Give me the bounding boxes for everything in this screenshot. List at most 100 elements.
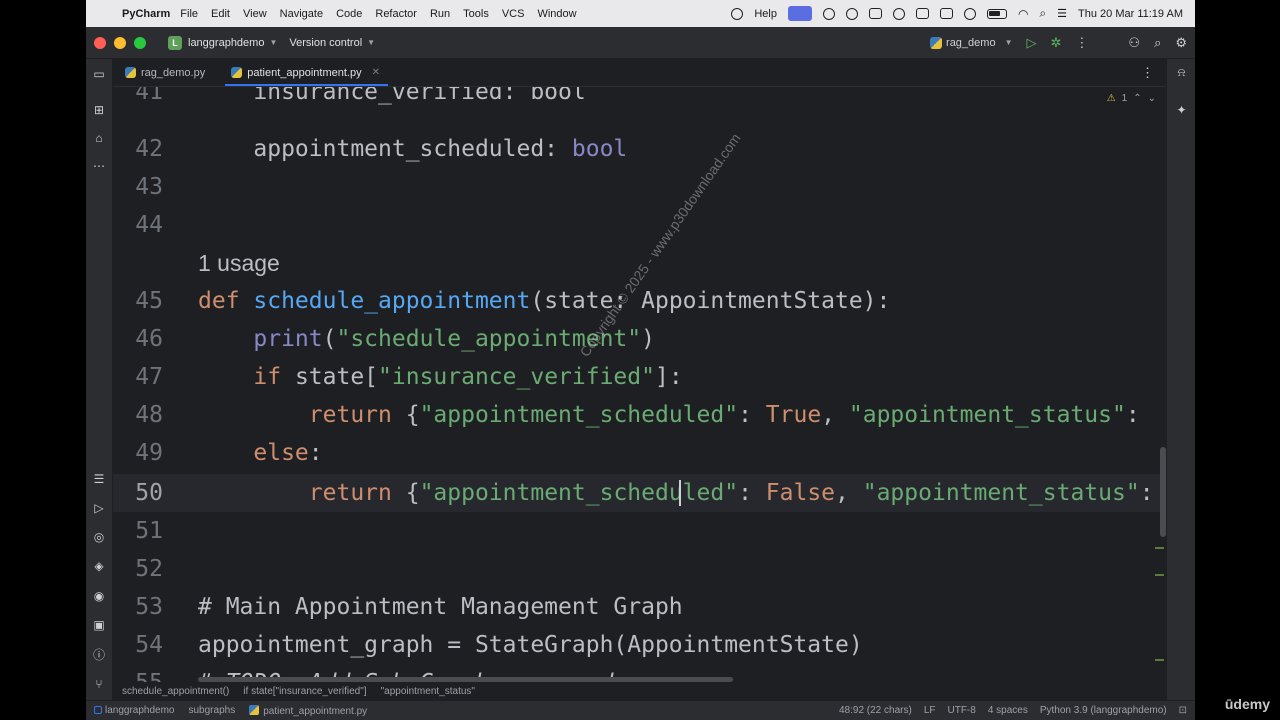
app-menu[interactable]: PyCharm xyxy=(122,8,170,20)
line-number: 48 xyxy=(135,402,163,428)
line-number: 47 xyxy=(135,364,163,390)
screen-record-icon[interactable] xyxy=(787,6,812,21)
tab-options-icon[interactable]: ⋮ xyxy=(1141,65,1154,81)
menu-run[interactable]: Run xyxy=(430,8,450,20)
change-marker[interactable] xyxy=(1155,547,1164,549)
play-circle-icon[interactable] xyxy=(963,7,976,20)
git-icon[interactable]: ⑂ xyxy=(92,677,106,691)
tab-label: patient_appointment.py xyxy=(247,66,362,79)
left-tool-strip: ▭ ⊞ ⌂ ⋯ ☰ ▷ ◎ ◈ ◉ ▣ ⓘ ⑂ xyxy=(86,59,113,701)
vertical-scrollbar[interactable] xyxy=(1160,447,1166,537)
nav-folder[interactable]: subgraphs xyxy=(189,705,236,716)
close-window-button[interactable] xyxy=(94,36,106,49)
menu-vcs[interactable]: VCS xyxy=(502,8,525,20)
breadcrumb-item[interactable]: schedule_appointment() xyxy=(122,686,229,697)
window-controls xyxy=(94,36,146,49)
wifi-icon[interactable]: ◠ xyxy=(1018,7,1028,21)
mac-menu-bar: PyCharm File Edit View Navigate Code Ref… xyxy=(86,0,1195,27)
menu-refactor[interactable]: Refactor xyxy=(375,8,417,20)
project-widget[interactable]: L langgraphdemo ▼ xyxy=(168,35,277,50)
structure-icon[interactable]: ⊞ xyxy=(92,103,106,117)
zoom-window-button[interactable] xyxy=(134,36,146,49)
project-folder-icon[interactable]: ▭ xyxy=(92,67,106,81)
menu-navigate[interactable]: Navigate xyxy=(280,8,323,20)
text-caret xyxy=(679,480,681,506)
search-icon[interactable]: ⌕ xyxy=(1039,6,1046,21)
file-encoding[interactable]: UTF-8 xyxy=(947,705,975,716)
notifications-bell-icon[interactable]: ⍾ xyxy=(1174,65,1189,80)
line-number: 46 xyxy=(135,326,163,352)
control-center-icon[interactable]: ☰ xyxy=(1057,7,1067,20)
code-editor[interactable]: ⚠ 1 ⌃ ⌄ 41 insurance_verified: bool 42 a… xyxy=(113,87,1166,682)
breadcrumb-item[interactable]: "appointment_status" xyxy=(381,686,475,697)
openai-icon[interactable] xyxy=(845,7,858,20)
terminal-icon[interactable]: ▣ xyxy=(92,618,106,632)
minimize-window-button[interactable] xyxy=(114,36,126,49)
code-line: 48 return {"appointment_scheduled": True… xyxy=(113,396,1166,434)
line-separator[interactable]: LF xyxy=(924,705,936,716)
breadcrumb-item[interactable]: if state["insurance_verified"] xyxy=(243,686,366,697)
caret-position[interactable]: 48:92 (22 chars) xyxy=(839,705,912,716)
settings-gear-icon[interactable]: ⚙ xyxy=(1175,35,1187,51)
code-text: if state["insurance_verified"]: xyxy=(198,364,683,390)
python-packages-icon[interactable]: ◎ xyxy=(92,530,106,544)
menu-file[interactable]: File xyxy=(180,8,198,20)
run-icon[interactable]: ▷ xyxy=(1027,35,1037,51)
search-icon[interactable]: ⌕ xyxy=(1154,35,1161,51)
line-number: 54 xyxy=(135,632,163,658)
ai-assistant-icon[interactable]: ✦ xyxy=(1174,103,1189,118)
tab-patient-appointment[interactable]: patient_appointment.py ✕ xyxy=(219,59,394,86)
status-bar: langgraphdemo subgraphs patient_appointm… xyxy=(86,700,1195,720)
menu-view[interactable]: View xyxy=(243,8,267,20)
todo-list-icon[interactable]: ☰ xyxy=(92,472,106,486)
camera-icon[interactable] xyxy=(868,8,882,19)
datetime[interactable]: Thu 20 Mar 11:19 AM xyxy=(1078,8,1183,20)
debug-icon[interactable]: ✲ xyxy=(1051,35,1062,51)
services-icon[interactable]: ◉ xyxy=(92,589,106,603)
layers-icon[interactable]: ◈ xyxy=(92,559,106,573)
run-tool-icon[interactable]: ▷ xyxy=(92,501,106,515)
more-actions-icon[interactable]: ⋮ xyxy=(1075,35,1088,51)
add-user-icon[interactable]: ⚇ xyxy=(1128,35,1140,51)
menu-extras: Help ◠ ⌕ ☰ Thu 20 Mar 11:19 AM xyxy=(731,6,1183,21)
indent-setting[interactable]: 4 spaces xyxy=(988,705,1028,716)
menu-help[interactable]: Help xyxy=(754,8,777,20)
python-interpreter[interactable]: Python 3.9 (langgraphdemo) xyxy=(1040,705,1167,716)
change-marker[interactable] xyxy=(1155,659,1164,661)
code-line: 43 xyxy=(113,168,1166,206)
settings-gear-icon[interactable] xyxy=(822,7,835,20)
nav-file[interactable]: patient_appointment.py xyxy=(249,704,367,717)
extension-icon[interactable] xyxy=(731,7,744,20)
code-line: 47 if state["insurance_verified"]: xyxy=(113,358,1166,396)
battery-icon[interactable] xyxy=(986,8,1007,19)
menu-code[interactable]: Code xyxy=(336,8,362,20)
display-icon[interactable] xyxy=(915,8,929,19)
nav-project[interactable]: langgraphdemo xyxy=(94,705,175,716)
window-icon[interactable] xyxy=(939,8,953,19)
menu-edit[interactable]: Edit xyxy=(211,8,230,20)
change-marker[interactable] xyxy=(1155,574,1164,576)
more-tools-icon[interactable]: ⋯ xyxy=(92,159,106,173)
line-number: 42 xyxy=(135,136,163,162)
line-number: 44 xyxy=(135,212,163,238)
close-tab-icon[interactable]: ✕ xyxy=(372,67,380,78)
run-config-selector[interactable]: rag_demo ▼ xyxy=(930,36,1013,49)
project-badge: L xyxy=(168,35,182,50)
project-name: langgraphdemo xyxy=(188,36,265,49)
problems-icon[interactable]: ⓘ xyxy=(92,648,106,662)
menu-tools[interactable]: Tools xyxy=(463,8,489,20)
code-line: 51 xyxy=(113,512,1166,550)
tab-label: rag_demo.py xyxy=(141,66,206,79)
menu-window[interactable]: Window xyxy=(537,8,576,20)
version-control-widget[interactable]: Version control ▼ xyxy=(289,37,375,49)
code-text: appointment_scheduled: bool xyxy=(198,136,628,162)
usage-hint[interactable]: 1 usage xyxy=(198,250,280,277)
code-text: return {"appointment_scheduled": True, "… xyxy=(198,402,1140,428)
line-number: 45 xyxy=(135,288,163,314)
line-number: 51 xyxy=(135,518,163,544)
bookmarks-icon[interactable]: ⌂ xyxy=(92,131,106,145)
tab-rag-demo[interactable]: rag_demo.py xyxy=(113,59,219,86)
lock-icon[interactable]: ⊡ xyxy=(1179,705,1187,716)
eye-icon[interactable] xyxy=(892,7,905,20)
chevron-down-icon: ▼ xyxy=(367,38,376,47)
